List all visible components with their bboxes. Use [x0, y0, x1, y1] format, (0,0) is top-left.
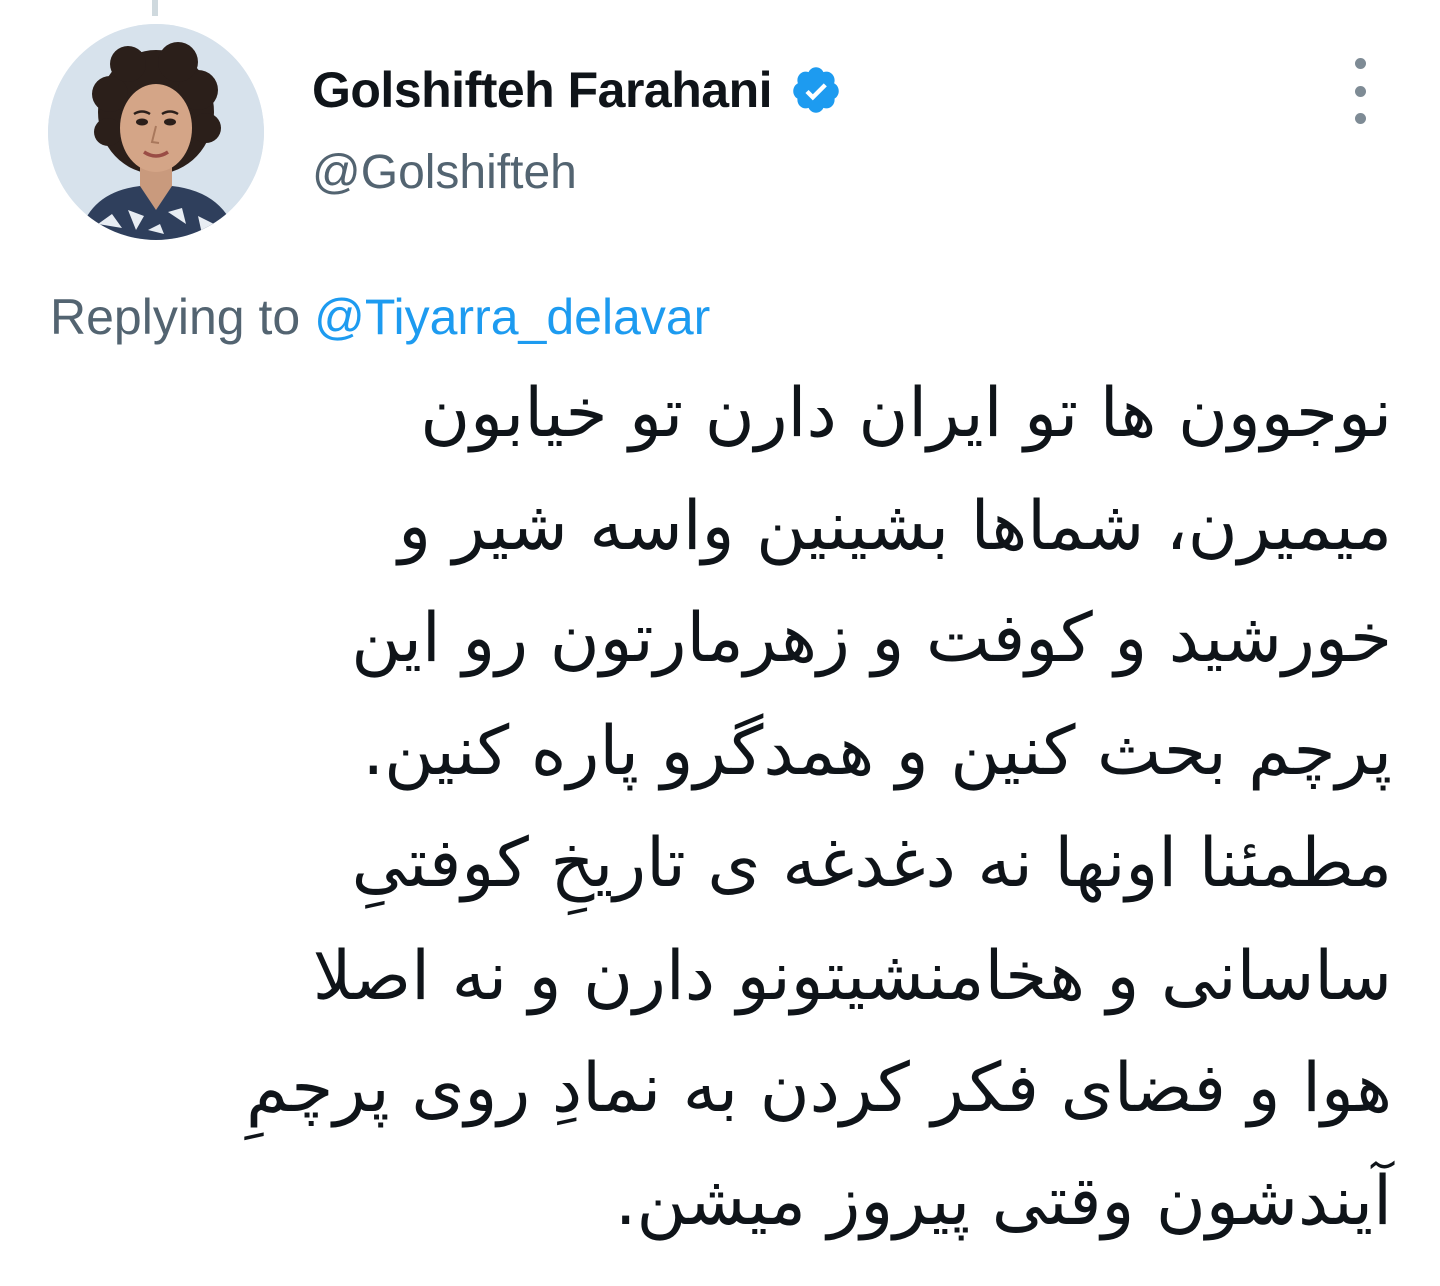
avatar[interactable]	[48, 24, 264, 240]
tweet-text-line: میمیرن، شماها بشینین واسه شیر و	[398, 486, 1392, 566]
more-vertical-icon	[1354, 58, 1366, 69]
tweet-text-line: آیندشون وقتی پیروز میشن.	[614, 1161, 1392, 1241]
avatar-photo	[48, 24, 264, 240]
author-name-row[interactable]: Golshifteh Farahani	[312, 58, 842, 122]
more-options-button[interactable]	[1342, 58, 1378, 124]
reply-handle-link[interactable]: @Tiyarra_delavar	[314, 289, 710, 345]
tweet-text-line: خورشید و کوفت و زهرمارتون رو این	[351, 599, 1392, 678]
tweet-text-line: نوجوون ها تو ایران دارن تو خیابون	[420, 374, 1392, 453]
more-vertical-icon	[1354, 85, 1366, 97]
more-vertical-icon	[1354, 113, 1366, 124]
display-name[interactable]: Golshifteh Farahani	[312, 61, 773, 119]
tweet-text-line: ساسانی و هخامنشیتونو دارن و نه اصلا	[312, 936, 1392, 1016]
replying-to: Replying to @Tiyarra_delavar	[50, 288, 710, 346]
replying-to-label: Replying to	[50, 289, 301, 345]
author-handle[interactable]: @Golshifteh	[312, 145, 577, 200]
thread-connector-line	[152, 0, 158, 16]
tweet-text: نوجوون ها تو ایران دارن تو خیابون میمیرن…	[60, 358, 1392, 1258]
tweet-page: Golshifteh Farahani @Golshifteh Replying…	[0, 0, 1440, 1286]
tweet-text-line: پرچم بحث کنین و همدگرو پاره کنین.	[362, 711, 1392, 791]
verified-badge-icon	[793, 67, 839, 113]
tweet-text-line: هوا و فضای فکر کردن به نمادِ روی پرچمِ	[245, 1049, 1392, 1128]
tweet-text-line: مطمئنا اونها نه دغدغه ی تاریخِ کوفتیِ	[351, 824, 1392, 903]
